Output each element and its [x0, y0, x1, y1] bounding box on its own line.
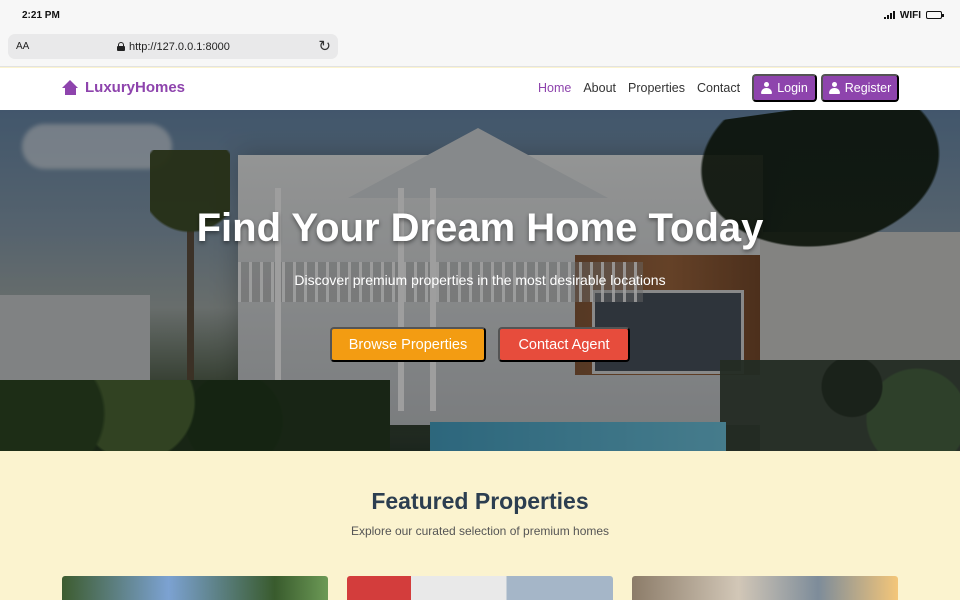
hero-section: Find Your Dream Home Today Discover prem… [0, 110, 960, 451]
address-bar[interactable]: AA http://127.0.0.1:8000 ↻ [8, 34, 338, 59]
hero-subtitle: Discover premium properties in the most … [294, 272, 666, 288]
cellular-signal-icon [883, 11, 895, 19]
reload-icon[interactable]: ↻ [318, 39, 331, 54]
battery-icon [926, 11, 944, 19]
login-button[interactable]: Login [752, 74, 817, 102]
brand-name[interactable]: LuxuryHomes [85, 79, 185, 96]
nav-link-about[interactable]: About [583, 81, 616, 95]
brand-logo[interactable]: LuxuryHomes [62, 79, 185, 96]
property-card-image[interactable] [62, 576, 328, 600]
main-navigation: Home About Properties Contact [538, 81, 740, 95]
url-text[interactable]: http://127.0.0.1:8000 [129, 41, 230, 53]
nav-link-contact[interactable]: Contact [697, 81, 740, 95]
nav-link-properties[interactable]: Properties [628, 81, 685, 95]
property-card-image[interactable] [632, 576, 898, 600]
featured-properties-title: Featured Properties [371, 488, 589, 514]
register-label: Register [844, 81, 892, 95]
register-button[interactable]: Register [821, 74, 899, 102]
home-icon [62, 79, 79, 96]
hero-actions: Browse Properties Contact Agent [330, 327, 630, 362]
wifi-label: WIFI [899, 9, 921, 21]
text-size-button[interactable]: AA [16, 41, 29, 52]
user-plus-icon [828, 82, 840, 94]
browse-properties-button[interactable]: Browse Properties [330, 327, 486, 362]
property-card-image[interactable] [347, 576, 613, 600]
browser-toolbar: AA http://127.0.0.1:8000 ↻ [0, 30, 960, 67]
contact-agent-button[interactable]: Contact Agent [498, 327, 630, 362]
site-navbar: LuxuryHomes Home About Properties Contac… [0, 68, 960, 110]
user-icon [761, 82, 773, 94]
status-bar: 2:21 PM WIFI [0, 0, 960, 30]
login-label: Login [777, 81, 808, 95]
status-time: 2:21 PM [22, 9, 60, 21]
hero-title: Find Your Dream Home Today [196, 206, 764, 250]
featured-properties-subtitle: Explore our curated selection of premium… [350, 524, 610, 538]
lock-icon [117, 42, 125, 51]
nav-link-home[interactable]: Home [538, 81, 571, 95]
status-indicators: WIFI [883, 9, 944, 21]
url-display[interactable]: http://127.0.0.1:8000 [117, 41, 230, 53]
